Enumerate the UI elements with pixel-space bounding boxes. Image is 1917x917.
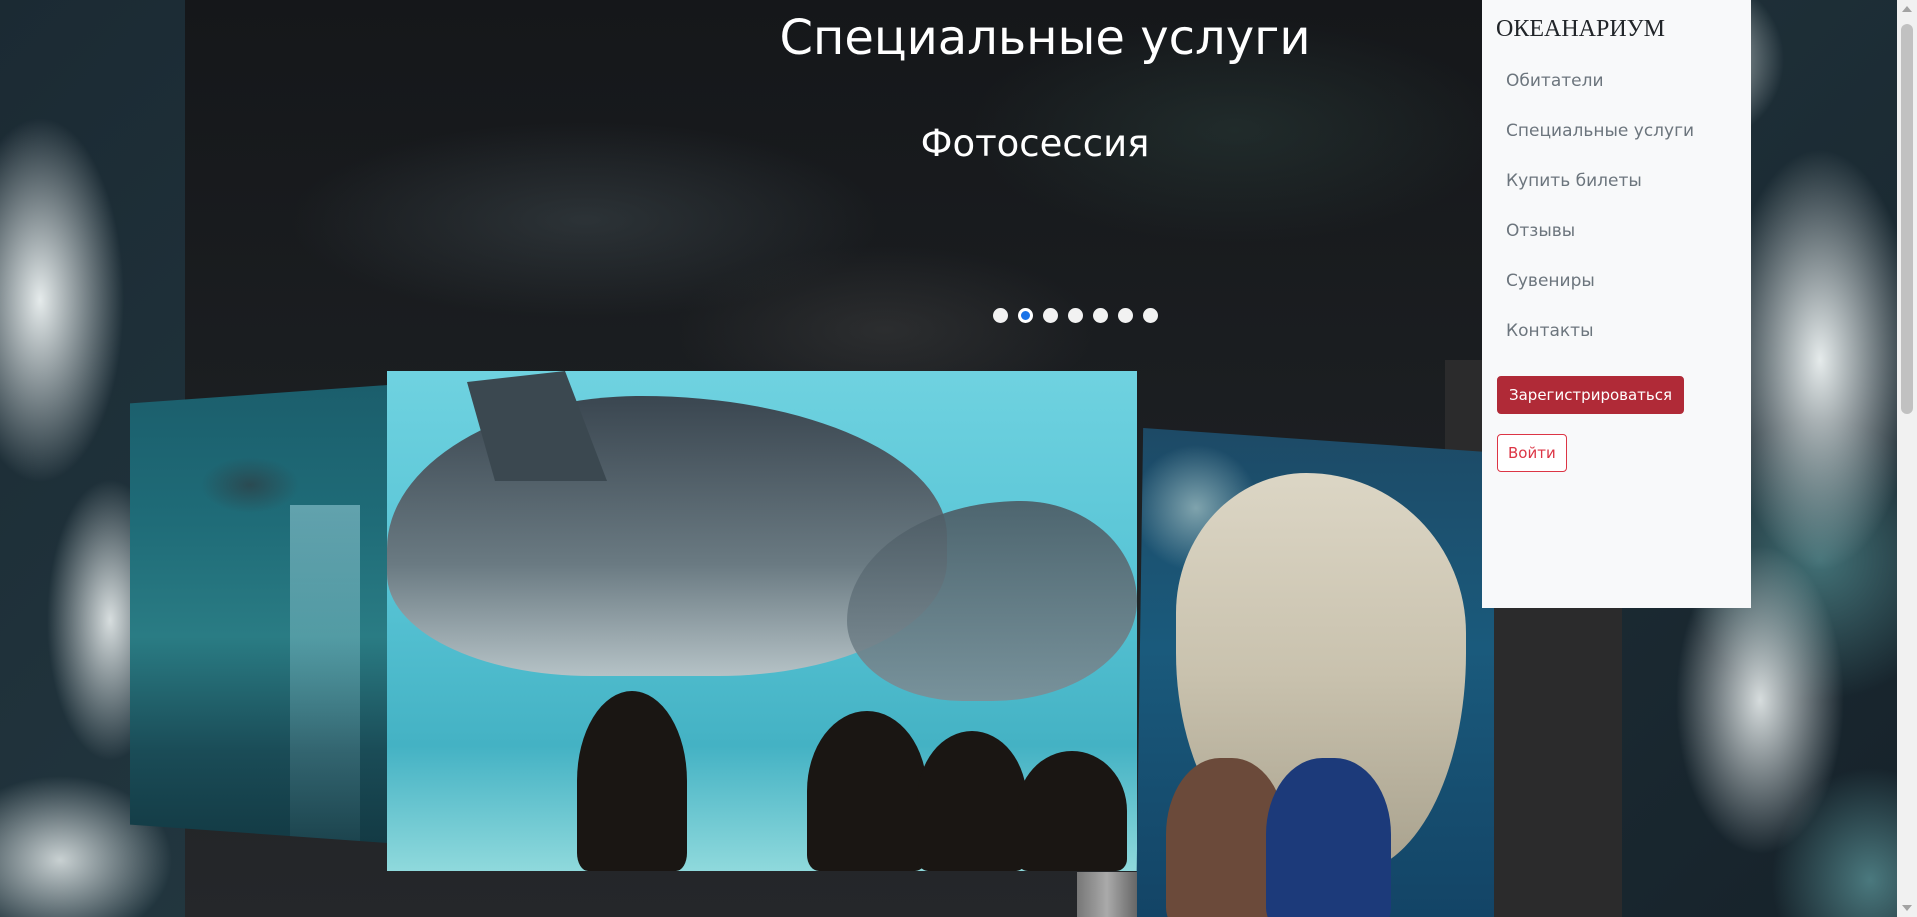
page: Специальные услуги Фотосессия ОКЕАНАРИУМ… <box>0 0 1917 917</box>
child-silhouette <box>917 731 1027 871</box>
nav-item: Сувениры <box>1506 268 1694 318</box>
nav-item: Обитатели <box>1506 68 1694 118</box>
carousel-indicator-6[interactable] <box>1118 308 1133 323</box>
scroll-thumb[interactable] <box>1901 24 1913 414</box>
light-ray <box>290 505 360 843</box>
child-silhouette <box>577 691 687 871</box>
child-silhouette <box>807 711 927 871</box>
scroll-down-arrow-icon[interactable] <box>1902 905 1912 911</box>
register-button[interactable]: Зарегистрироваться <box>1497 376 1685 414</box>
nav-item: Контакты <box>1506 318 1694 368</box>
nav-item: Купить билеты <box>1506 168 1694 218</box>
nav-link-inhabitants[interactable]: Обитатели <box>1506 71 1604 91</box>
nav-link-reviews[interactable]: Отзывы <box>1506 221 1575 241</box>
nav-link-special-services[interactable]: Специальные услуги <box>1506 121 1694 141</box>
child-silhouette <box>1266 758 1391 917</box>
sidebar-nav: ОКЕАНАРИУМ Обитатели Специальные услуги … <box>1482 0 1751 608</box>
slide-stingray-image[interactable] <box>130 385 388 843</box>
carousel-indicator-4[interactable] <box>1068 308 1083 323</box>
nav-link-buy-tickets[interactable]: Купить билеты <box>1506 171 1642 191</box>
carousel-indicators <box>993 308 1158 323</box>
nav-item: Специальные услуги <box>1506 118 1694 168</box>
nav-link-souvenirs[interactable]: Сувениры <box>1506 271 1595 291</box>
child-silhouette <box>1017 751 1127 871</box>
carousel-indicator-5[interactable] <box>1093 308 1108 323</box>
carousel-indicator-2[interactable] <box>1018 308 1033 323</box>
section-title: Специальные услуги <box>779 10 1311 66</box>
slide-caption: Фотосессия <box>920 122 1150 165</box>
next-slide-edge <box>1077 872 1137 917</box>
carousel-indicator-3[interactable] <box>1043 308 1058 323</box>
slide-dolphins-image[interactable] <box>387 371 1137 871</box>
slide-polar-bear-image[interactable] <box>1136 428 1494 917</box>
nav-list: Обитатели Специальные услуги Купить биле… <box>1506 68 1694 368</box>
brand-logo-link[interactable]: ОКЕАНАРИУМ <box>1496 16 1665 43</box>
vertical-scrollbar[interactable] <box>1897 0 1917 917</box>
nav-item: Отзывы <box>1506 218 1694 268</box>
scroll-up-arrow-icon[interactable] <box>1902 6 1912 12</box>
nav-link-contacts[interactable]: Контакты <box>1506 321 1594 341</box>
login-button[interactable]: Войти <box>1497 434 1567 472</box>
carousel-indicator-7[interactable] <box>1143 308 1158 323</box>
carousel-indicator-1[interactable] <box>993 308 1008 323</box>
